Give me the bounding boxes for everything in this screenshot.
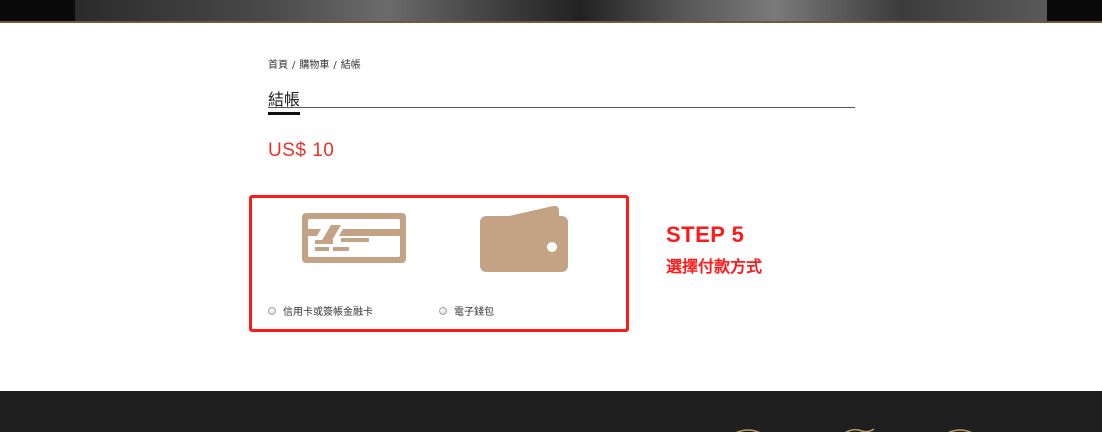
step-description: 選擇付款方式 [666,257,763,276]
title-divider [268,107,855,108]
step-label: STEP 5 [666,222,745,247]
breadcrumb-cart[interactable]: 購物車 [299,60,329,71]
payment-option-credit-card[interactable]: 信用卡或簽帳金融卡 [268,303,373,318]
e-wallet-radio[interactable] [439,306,447,315]
breadcrumb-home[interactable]: 首頁 [268,60,288,71]
breadcrumb: 首頁 / 購物車 / 結帳 [268,56,361,71]
footer-ornament-icon [736,429,760,432]
breadcrumb-separator: / [333,60,337,71]
breadcrumb-separator: / [292,60,296,71]
e-wallet-label: 電子錢包 [454,307,494,318]
footer [0,391,1102,432]
credit-card-icon[interactable] [301,212,407,264]
footer-ornament-icon [845,428,875,432]
breadcrumb-current: 結帳 [340,60,361,71]
wallet-icon[interactable] [479,204,569,273]
hero-photo [75,0,1047,23]
credit-card-radio[interactable] [268,306,276,315]
footer-ornament-icon [948,429,972,432]
hero-banner [0,0,1102,23]
page-title: 結帳 [268,86,301,115]
order-total: US$ 10 [268,140,335,161]
credit-card-label: 信用卡或簽帳金融卡 [283,307,373,318]
payment-option-e-wallet[interactable]: 電子錢包 [439,303,494,318]
hero-divider [0,21,1102,23]
